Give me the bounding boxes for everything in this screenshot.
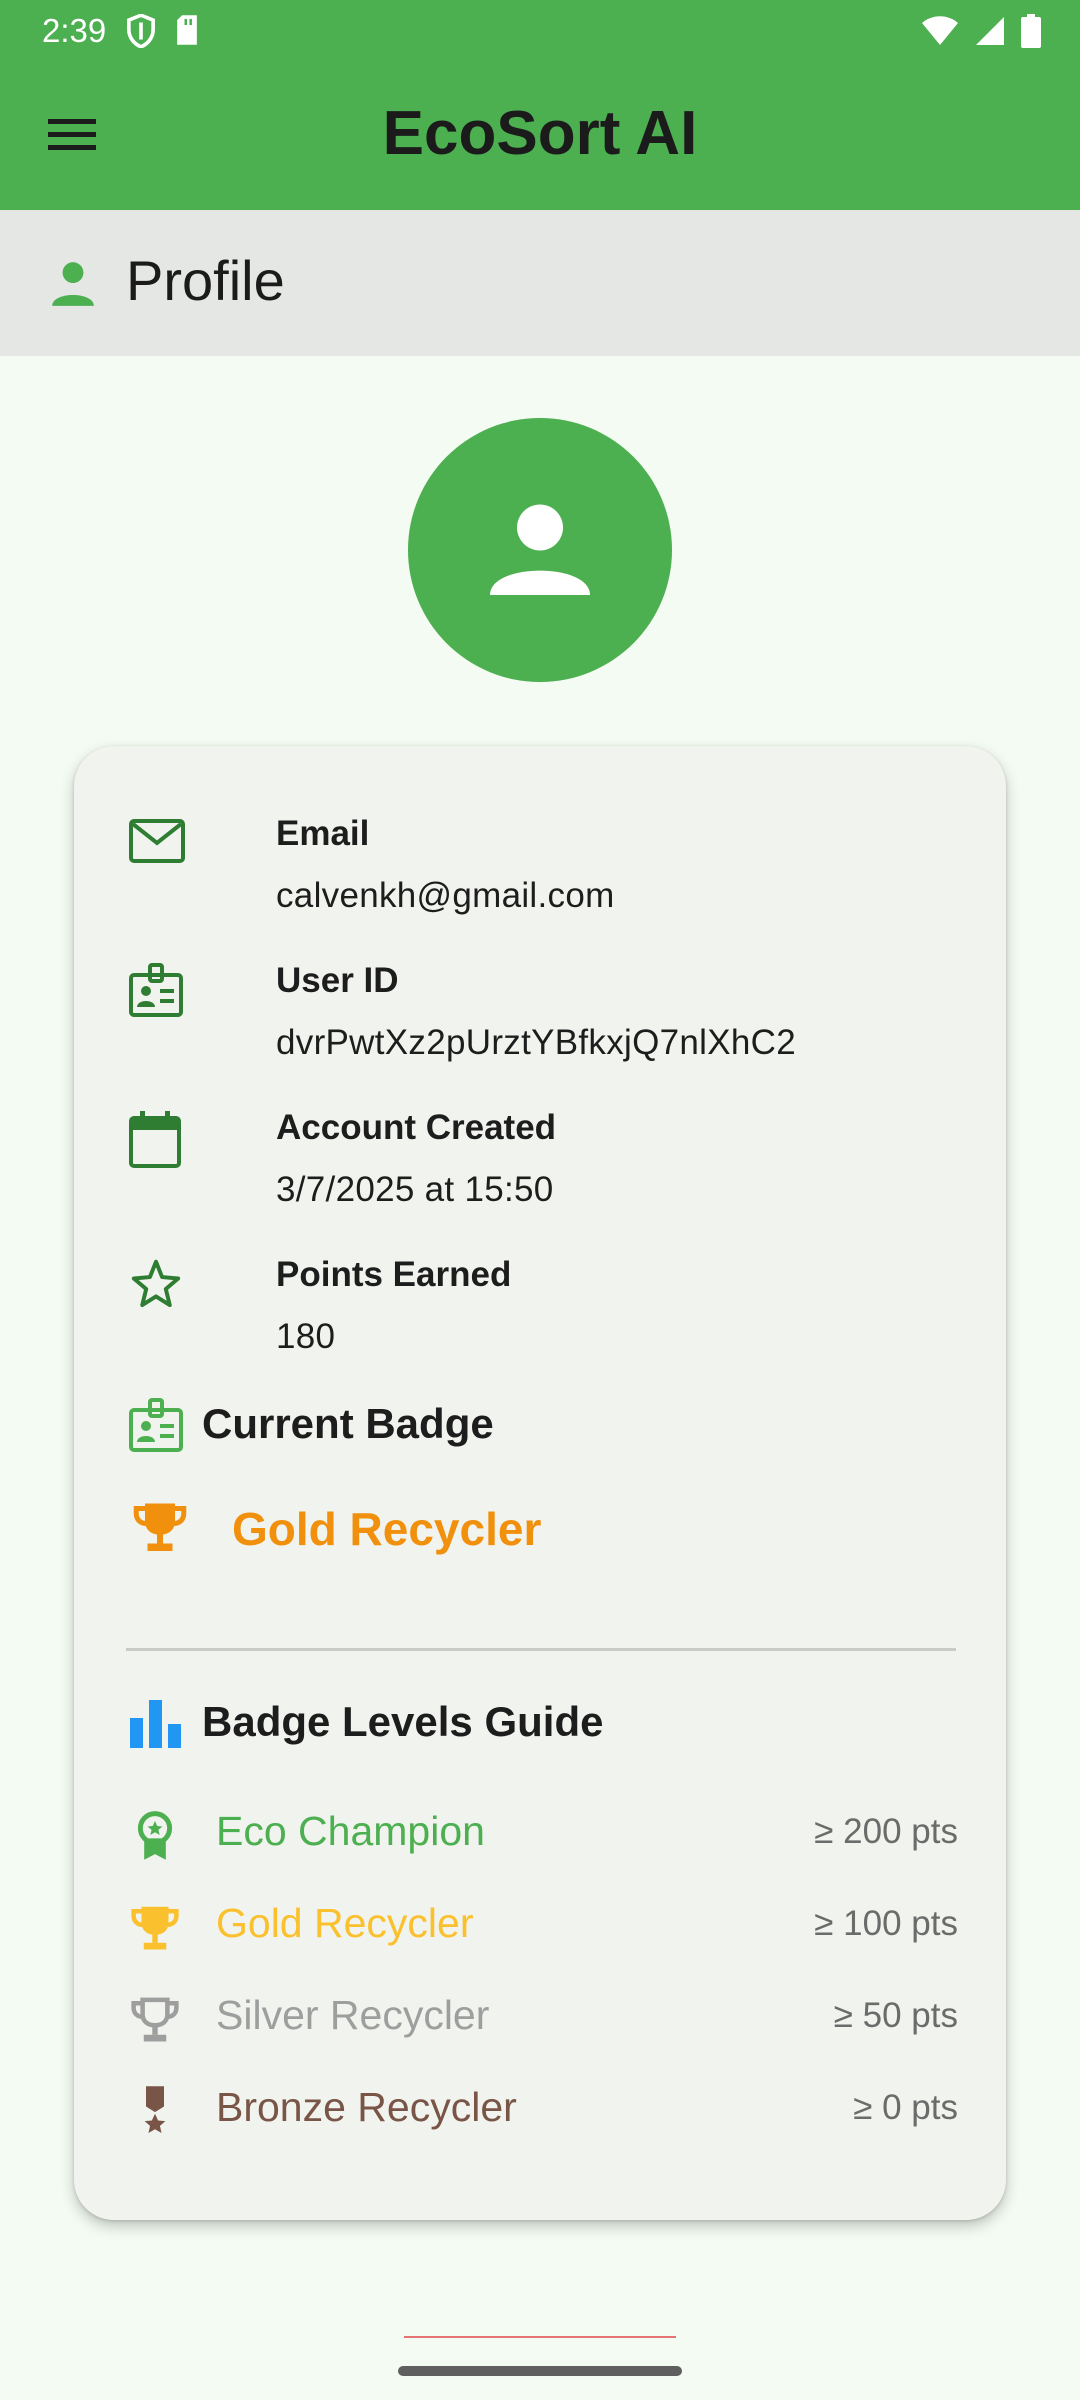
- mail-icon: [128, 816, 186, 871]
- badge-level-points: ≥ 50 pts: [833, 1996, 958, 2035]
- badge-level-name: Silver Recycler: [216, 1992, 490, 2038]
- person-icon: [490, 504, 590, 595]
- badge-level-points: ≥ 0 pts: [853, 2088, 958, 2127]
- badge-level-points: ≥ 100 pts: [814, 1904, 958, 1943]
- badge-guide-heading-text: Badge Levels Guide: [202, 1698, 604, 1745]
- trophy-icon: [130, 1503, 190, 1560]
- badge-level-row: Bronze Recycler ≥ 0 pts: [128, 2080, 958, 2140]
- divider: [126, 1648, 956, 1651]
- app-title: EcoSort AI: [382, 99, 698, 168]
- current-badge-heading-text: Current Badge: [202, 1400, 494, 1447]
- badge-level-name: Bronze Recycler: [216, 2084, 517, 2130]
- badge-level-row: Silver Recycler ≥ 50 pts: [128, 1988, 958, 2048]
- section-title: Profile: [126, 249, 285, 312]
- points-earned-value: 180: [276, 1317, 336, 1356]
- star-outline-icon: [128, 1257, 184, 1318]
- status-bar: 2:39: [0, 0, 1080, 62]
- email-value: calvenkh@gmail.com: [276, 876, 615, 915]
- account-created-label: Account Created: [276, 1108, 557, 1147]
- user-id-label: User ID: [276, 961, 399, 1000]
- home-indicator[interactable]: [398, 2366, 682, 2376]
- trophy-icon: [128, 1900, 182, 1959]
- calendar-icon: [128, 1110, 182, 1175]
- badge-level-row: Gold Recycler ≥ 100 pts: [128, 1896, 958, 1956]
- bar-chart-icon: [128, 1696, 184, 1760]
- avatar: [408, 418, 672, 682]
- battery-icon: [1020, 14, 1042, 53]
- badge-level-name: Eco Champion: [216, 1808, 485, 1854]
- app-bar: EcoSort AI: [0, 62, 1080, 210]
- bottom-accent-line: [404, 2336, 676, 2338]
- badge-level-row: Eco Champion ≥ 200 pts: [128, 1804, 958, 1864]
- profile-card: Email calvenkh@gmail.com User ID dvrPwtX…: [74, 746, 1006, 2220]
- profile-section-header: Profile: [0, 210, 1080, 356]
- points-earned-label: Points Earned: [276, 1255, 512, 1294]
- status-left-icons: [126, 13, 200, 53]
- person-icon: [48, 258, 98, 313]
- trophy-outline-icon: [128, 1992, 182, 2051]
- badge-level-name: Gold Recycler: [216, 1900, 474, 1946]
- cell-signal-icon: [974, 15, 1006, 52]
- id-badge-icon: [128, 1398, 184, 1464]
- military-medal-icon: [128, 2084, 182, 2143]
- current-badge-name: Gold Recycler: [232, 1503, 542, 1555]
- wifi-icon: [920, 15, 960, 52]
- user-id-value: dvrPwtXz2pUrztYBfkxjQ7nlXhC2: [276, 1023, 796, 1062]
- id-badge-icon: [128, 963, 184, 1024]
- sd-card-icon: [174, 14, 200, 53]
- award-ribbon-icon: [128, 1808, 182, 1867]
- shield-icon: [126, 13, 156, 53]
- account-created-value: 3/7/2025 at 15:50: [276, 1170, 554, 1209]
- email-label: Email: [276, 814, 370, 853]
- current-badge: Gold Recycler: [130, 1496, 541, 1561]
- status-time: 2:39: [42, 12, 107, 49]
- badge-level-points: ≥ 200 pts: [814, 1812, 958, 1851]
- status-right-icons: [920, 14, 1042, 53]
